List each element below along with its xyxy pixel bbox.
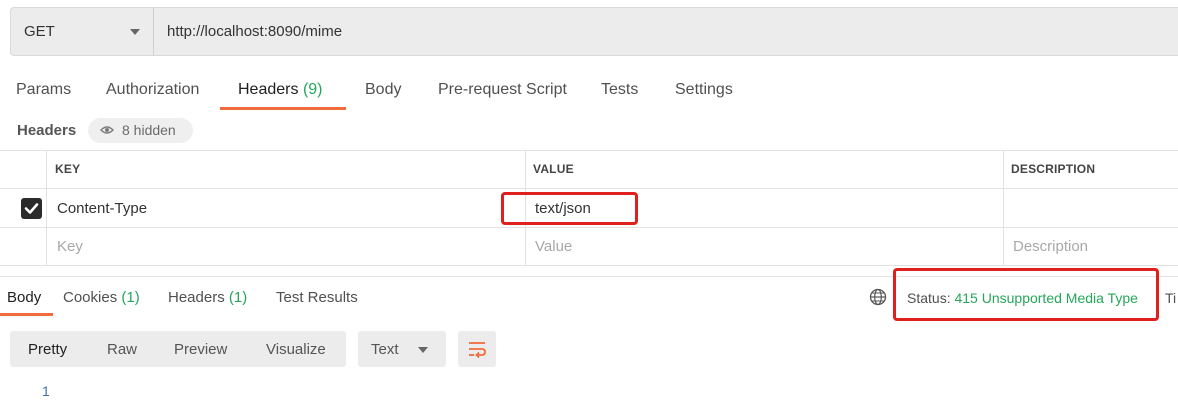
view-visualize-button[interactable]: Visualize <box>266 341 326 358</box>
tab-settings[interactable]: Settings <box>675 81 733 99</box>
response-tab-cookies[interactable]: Cookies (1) <box>63 289 140 306</box>
method-value: GET <box>24 23 55 40</box>
tab-headers-label: Headers <box>238 81 299 98</box>
headers-section-label: Headers <box>17 122 77 139</box>
table-header-border <box>0 188 1178 189</box>
table-col-divider <box>1003 150 1004 265</box>
column-header-key: KEY <box>55 162 81 176</box>
url-input[interactable]: http://localhost:8090/mime <box>153 7 1178 56</box>
tab-authorization[interactable]: Authorization <box>106 81 199 99</box>
highlight-annotation <box>893 268 1159 321</box>
column-header-description: DESCRIPTION <box>1011 162 1096 176</box>
globe-icon[interactable] <box>869 288 887 306</box>
chevron-down-icon <box>418 347 428 353</box>
table-col-divider <box>46 150 47 265</box>
tab-params[interactable]: Params <box>16 81 71 99</box>
highlight-annotation <box>501 192 638 225</box>
new-key-input[interactable]: Key <box>57 238 83 255</box>
format-value: Text <box>371 341 399 358</box>
hidden-headers-toggle[interactable]: 8 hidden <box>88 118 193 143</box>
hidden-headers-count: 8 hidden <box>122 122 176 138</box>
active-tab-indicator <box>220 107 346 110</box>
response-tab-headers[interactable]: Headers (1) <box>168 289 247 306</box>
view-preview-button[interactable]: Preview <box>174 341 227 358</box>
response-tab-body[interactable]: Body <box>7 289 41 306</box>
view-pretty-button[interactable]: Pretty <box>28 341 67 358</box>
time-label-cut: Ti <box>1165 290 1177 306</box>
tab-tests[interactable]: Tests <box>601 81 638 99</box>
response-tab-headers-count: (1) <box>228 289 248 306</box>
chevron-down-icon <box>130 29 140 35</box>
table-bottom-border <box>0 265 1178 266</box>
response-active-tab-indicator <box>0 313 53 316</box>
response-tab-headers-label: Headers <box>168 289 225 306</box>
new-description-input[interactable]: Description <box>1013 238 1088 255</box>
url-value: http://localhost:8090/mime <box>167 23 343 40</box>
column-header-value: VALUE <box>533 162 574 176</box>
tab-headers[interactable]: Headers (9) <box>238 81 323 99</box>
format-select[interactable]: Text <box>358 331 446 367</box>
editor-line-number: 1 <box>42 383 50 399</box>
method-select[interactable]: GET <box>10 7 153 56</box>
table-row-border <box>0 227 1178 228</box>
view-raw-button[interactable]: Raw <box>107 341 137 358</box>
response-tab-cookies-label: Cookies <box>63 289 118 306</box>
row-enabled-checkbox[interactable] <box>21 198 42 219</box>
checkmark-icon <box>24 203 39 214</box>
header-key-field[interactable]: Content-Type <box>57 200 147 217</box>
tab-body[interactable]: Body <box>365 81 401 99</box>
table-top-border <box>0 150 1178 151</box>
wrap-lines-icon <box>469 342 486 359</box>
response-tab-cookies-count: (1) <box>121 289 140 306</box>
tab-headers-count: (9) <box>302 81 323 98</box>
response-tab-test-results[interactable]: Test Results <box>276 289 358 306</box>
wrap-lines-button[interactable] <box>458 331 496 367</box>
new-value-input[interactable]: Value <box>535 238 572 255</box>
tab-prerequest-script[interactable]: Pre-request Script <box>438 81 567 99</box>
eye-icon <box>100 126 114 134</box>
view-mode-group: Pretty Raw Preview Visualize <box>10 331 346 367</box>
